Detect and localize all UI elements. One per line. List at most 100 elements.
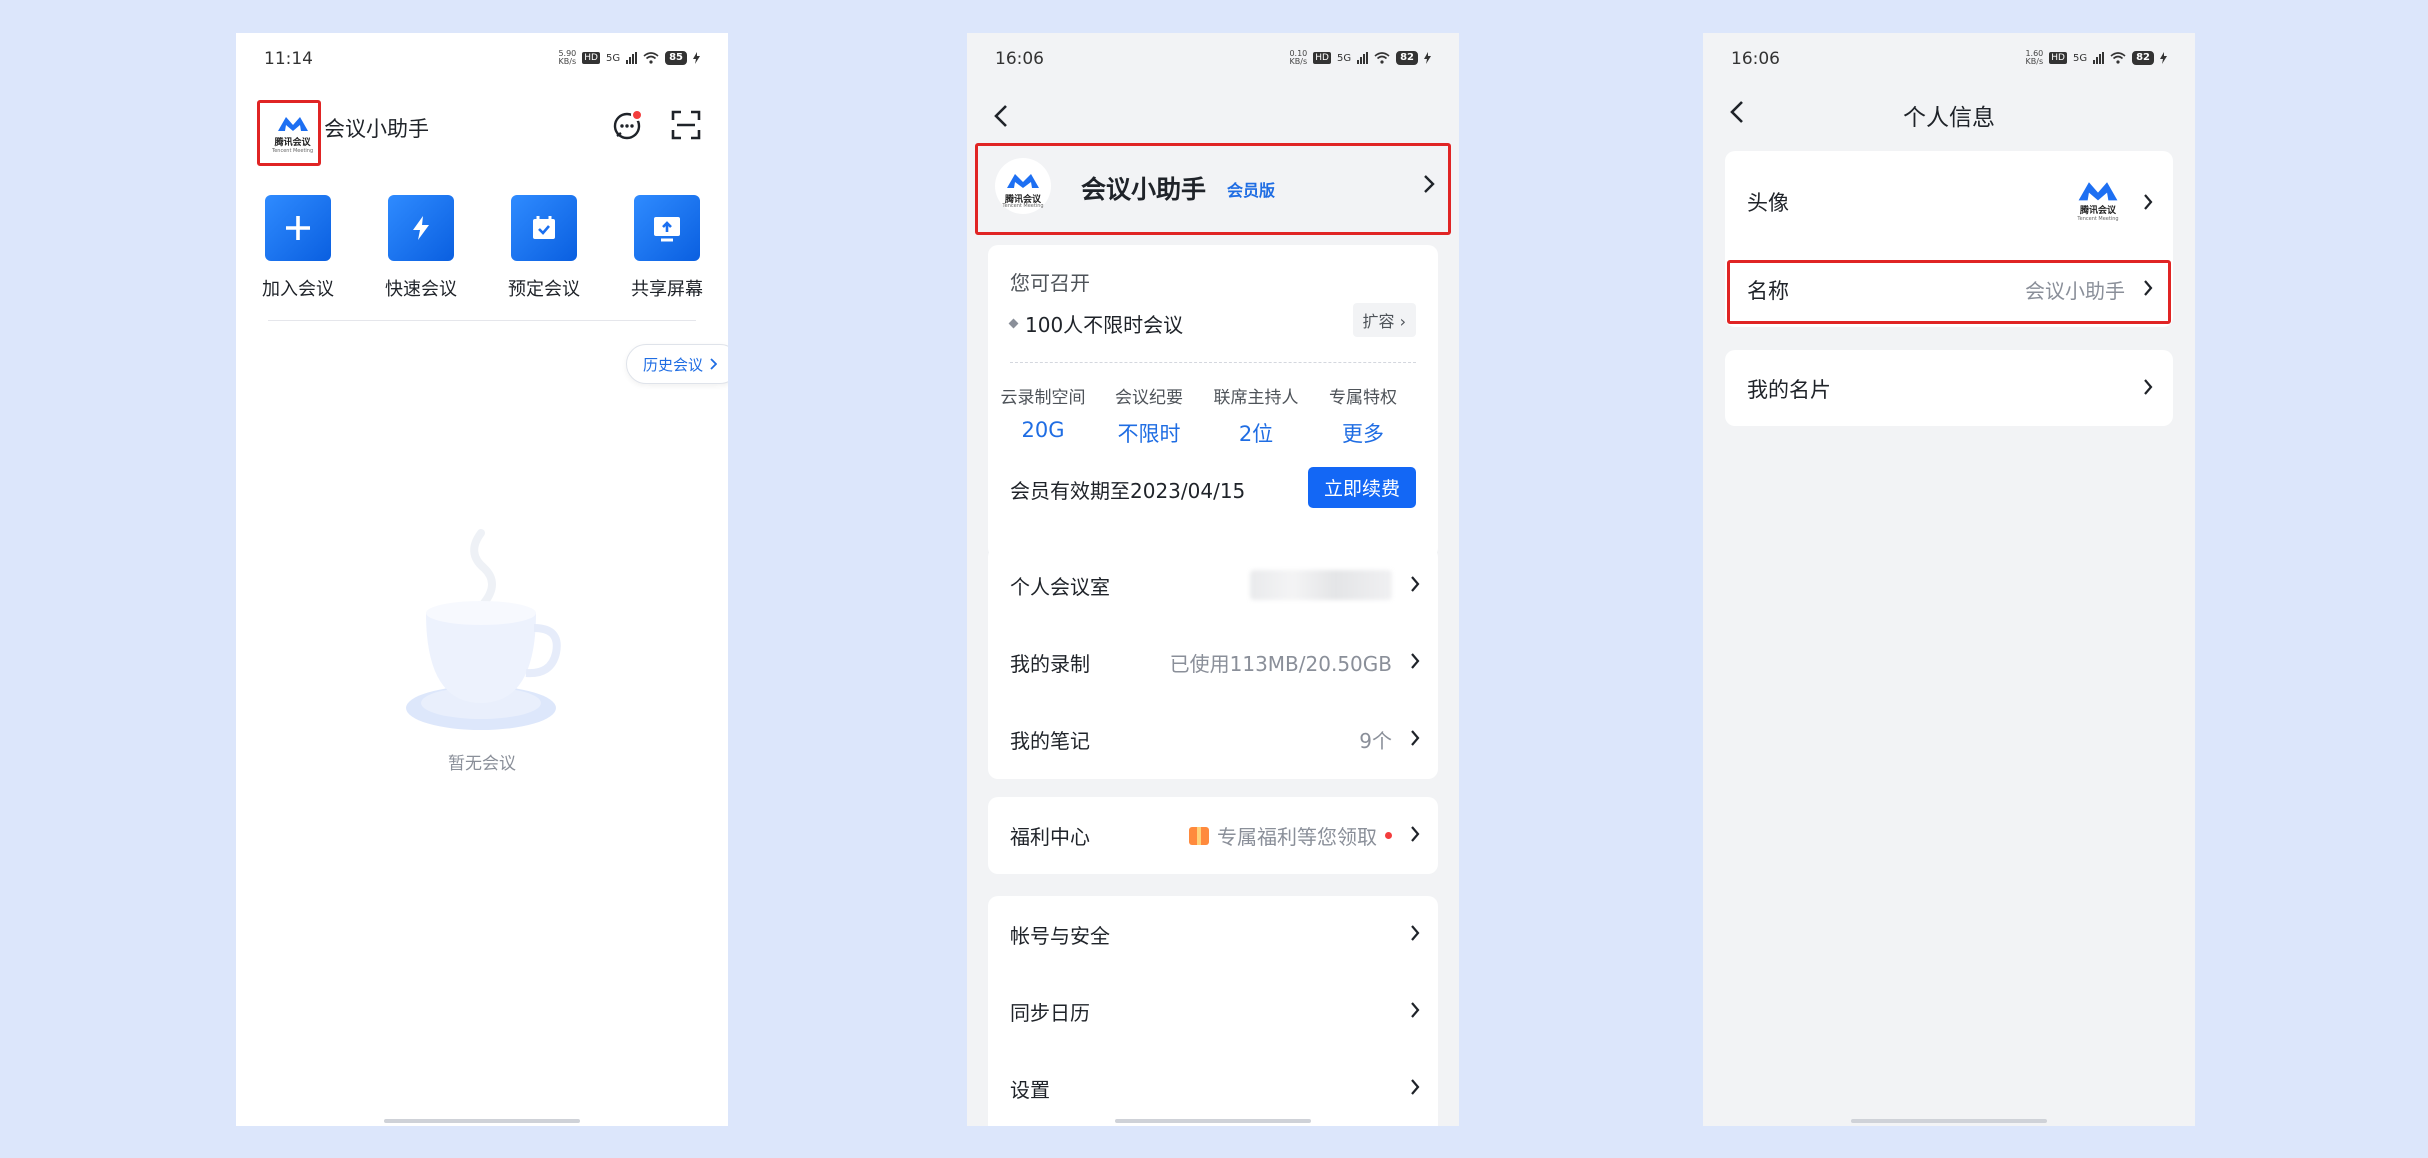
row-my-business-card[interactable]: 我的名片 xyxy=(1725,350,2173,426)
status-bar: 16:06 0.10 KB/s HD 5G 82 xyxy=(967,33,1459,85)
status-time: 16:06 xyxy=(995,49,1044,69)
logo-text: 腾讯会议 xyxy=(2079,206,2116,216)
scan-button[interactable] xyxy=(668,107,704,143)
home-indicator[interactable] xyxy=(384,1119,580,1123)
renew-button[interactable]: 立即续费 xyxy=(1307,467,1416,508)
row-avatar[interactable]: 头像 腾讯会议 Tencent Meeting xyxy=(1725,151,2173,253)
status-bar: 11:14 5.90 KB/s HD 5G 85 xyxy=(236,33,728,85)
stat-co-hosts[interactable]: 联席主持人 2位 xyxy=(1201,383,1311,448)
membership-validity: 会员有效期至2023/04/15 xyxy=(1010,479,1246,503)
stat-cloud-recording[interactable]: 云录制空间 20G xyxy=(988,383,1098,442)
settings-group-1: 个人会议室 我的录制 已使用113MB/20.50GB 我的笔记 9个 xyxy=(988,547,1438,779)
message-icon xyxy=(613,109,643,140)
history-label: 历史会议 xyxy=(642,355,703,374)
home-indicator[interactable] xyxy=(1851,1119,2047,1123)
signal-icon xyxy=(1357,52,1369,64)
user-name: 会议小助手 xyxy=(324,117,429,141)
highlight-box-avatar xyxy=(257,100,321,166)
row-my-notes[interactable]: 我的笔记 9个 xyxy=(988,701,1438,778)
highlight-box-name xyxy=(1727,260,2171,324)
lightning-icon xyxy=(413,216,429,240)
hd-badge: HD xyxy=(1313,52,1331,64)
benefits-heading: 您可召开 xyxy=(1010,271,1090,295)
capacity-text: 100人不限时会议 xyxy=(1025,313,1184,337)
stat-meeting-notes[interactable]: 会议纪要 不限时 xyxy=(1094,383,1204,448)
gift-icon xyxy=(1189,826,1209,845)
phone-home-screen: 11:14 5.90 KB/s HD 5G 85 腾讯会议 Tencent Mee… xyxy=(236,33,728,1126)
calendar-check-icon xyxy=(533,216,555,239)
message-button[interactable] xyxy=(610,107,646,143)
share-screen-button[interactable]: 共享屏幕 xyxy=(607,195,727,301)
status-time: 11:14 xyxy=(264,49,313,69)
divider xyxy=(268,320,696,321)
network-speed: 1.60 KB/s xyxy=(2025,49,2044,66)
chevron-right-icon xyxy=(1411,576,1420,592)
signal-icon xyxy=(2093,52,2105,64)
network-speed: 5.90 KB/s xyxy=(558,49,577,66)
battery-icon: 82 xyxy=(1396,51,1418,65)
page-title: 个人信息 xyxy=(1903,105,1995,131)
row-my-recordings[interactable]: 我的录制 已使用113MB/20.50GB xyxy=(988,624,1438,701)
tile-label: 预定会议 xyxy=(508,279,580,300)
wifi-icon xyxy=(2110,52,2126,64)
welfare-card: 福利中心 专属福利等您领取 xyxy=(988,797,1438,874)
wifi-icon xyxy=(1374,52,1390,64)
capacity-row: 100人不限时会议 xyxy=(1008,309,1184,338)
row-welfare-center[interactable]: 福利中心 专属福利等您领取 xyxy=(988,797,1438,874)
chevron-right-icon xyxy=(1411,730,1420,746)
charging-icon xyxy=(2160,52,2167,64)
battery-icon: 85 xyxy=(665,51,687,65)
row-sync-calendar[interactable]: 同步日历 xyxy=(988,973,1438,1050)
signal-icon xyxy=(626,52,638,64)
tencent-meeting-logo-icon xyxy=(2078,182,2118,201)
chevron-right-icon xyxy=(1411,925,1420,941)
empty-state-text: 暂无会议 xyxy=(448,754,516,774)
network-label: 5G xyxy=(605,52,621,64)
chevron-right-icon xyxy=(710,358,717,370)
battery-icon: 82 xyxy=(2132,51,2154,65)
business-card-group: 我的名片 xyxy=(1725,350,2173,426)
hd-badge: HD xyxy=(2049,52,2067,64)
quick-meeting-button[interactable]: 快速会议 xyxy=(361,195,481,301)
chevron-right-icon xyxy=(1411,826,1420,842)
screen-share-icon xyxy=(654,217,680,242)
chevron-right-icon xyxy=(2144,194,2153,210)
schedule-meeting-button[interactable]: 预定会议 xyxy=(484,195,604,301)
expand-button[interactable]: 扩容 › xyxy=(1352,303,1416,337)
network-label: 5G xyxy=(1336,52,1352,64)
status-bar: 16:06 1.60 KB/s HD 5G 82 xyxy=(1703,33,2195,85)
network-speed: 0.10 KB/s xyxy=(1289,49,1308,66)
home-indicator[interactable] xyxy=(1115,1119,1311,1123)
charging-icon xyxy=(1424,52,1431,64)
network-label: 5G xyxy=(2072,52,2088,64)
hd-badge: HD xyxy=(582,52,600,64)
charging-icon xyxy=(693,52,700,64)
tile-label: 共享屏幕 xyxy=(631,279,703,300)
history-meetings-button[interactable]: 历史会议 xyxy=(625,344,728,384)
phone-personal-info-screen: 16:06 1.60 KB/s HD 5G 82 个人信息 头像 腾讯会议 Ten… xyxy=(1703,33,2195,1126)
blurred-room-id xyxy=(1250,570,1392,600)
row-settings[interactable]: 设置 xyxy=(988,1050,1438,1126)
scan-icon xyxy=(671,110,701,140)
dashed-divider xyxy=(1010,362,1416,363)
stat-privileges[interactable]: 专属特权 更多 xyxy=(1308,383,1418,448)
avatar: 腾讯会议 Tencent Meeting xyxy=(2073,177,2123,227)
bullet-icon xyxy=(1008,318,1019,329)
phone-profile-screen: 16:06 0.10 KB/s HD 5G 82 腾讯会议 Tencent Mee… xyxy=(967,33,1459,1126)
wifi-icon xyxy=(643,52,659,64)
membership-card: 您可召开 100人不限时会议 扩容 › 云录制空间 20G 会议纪要 不限时 联席主… xyxy=(988,245,1438,558)
status-time: 16:06 xyxy=(1731,49,1780,69)
plus-icon xyxy=(286,216,310,240)
chevron-right-icon xyxy=(1411,1079,1420,1095)
notification-dot xyxy=(1385,832,1392,839)
settings-group-2: 帐号与安全 同步日历 设置 xyxy=(988,896,1438,1126)
chevron-right-icon xyxy=(1411,1002,1420,1018)
back-arrow-icon xyxy=(994,105,1007,127)
back-button[interactable] xyxy=(989,103,1015,129)
row-personal-room[interactable]: 个人会议室 xyxy=(988,547,1438,624)
coffee-cup-illustration xyxy=(396,513,566,733)
chevron-right-icon xyxy=(2144,379,2153,395)
logo-subtext: Tencent Meeting xyxy=(2077,216,2119,222)
row-account-security[interactable]: 帐号与安全 xyxy=(988,896,1438,973)
join-meeting-button[interactable]: 加入会议 xyxy=(238,195,358,301)
